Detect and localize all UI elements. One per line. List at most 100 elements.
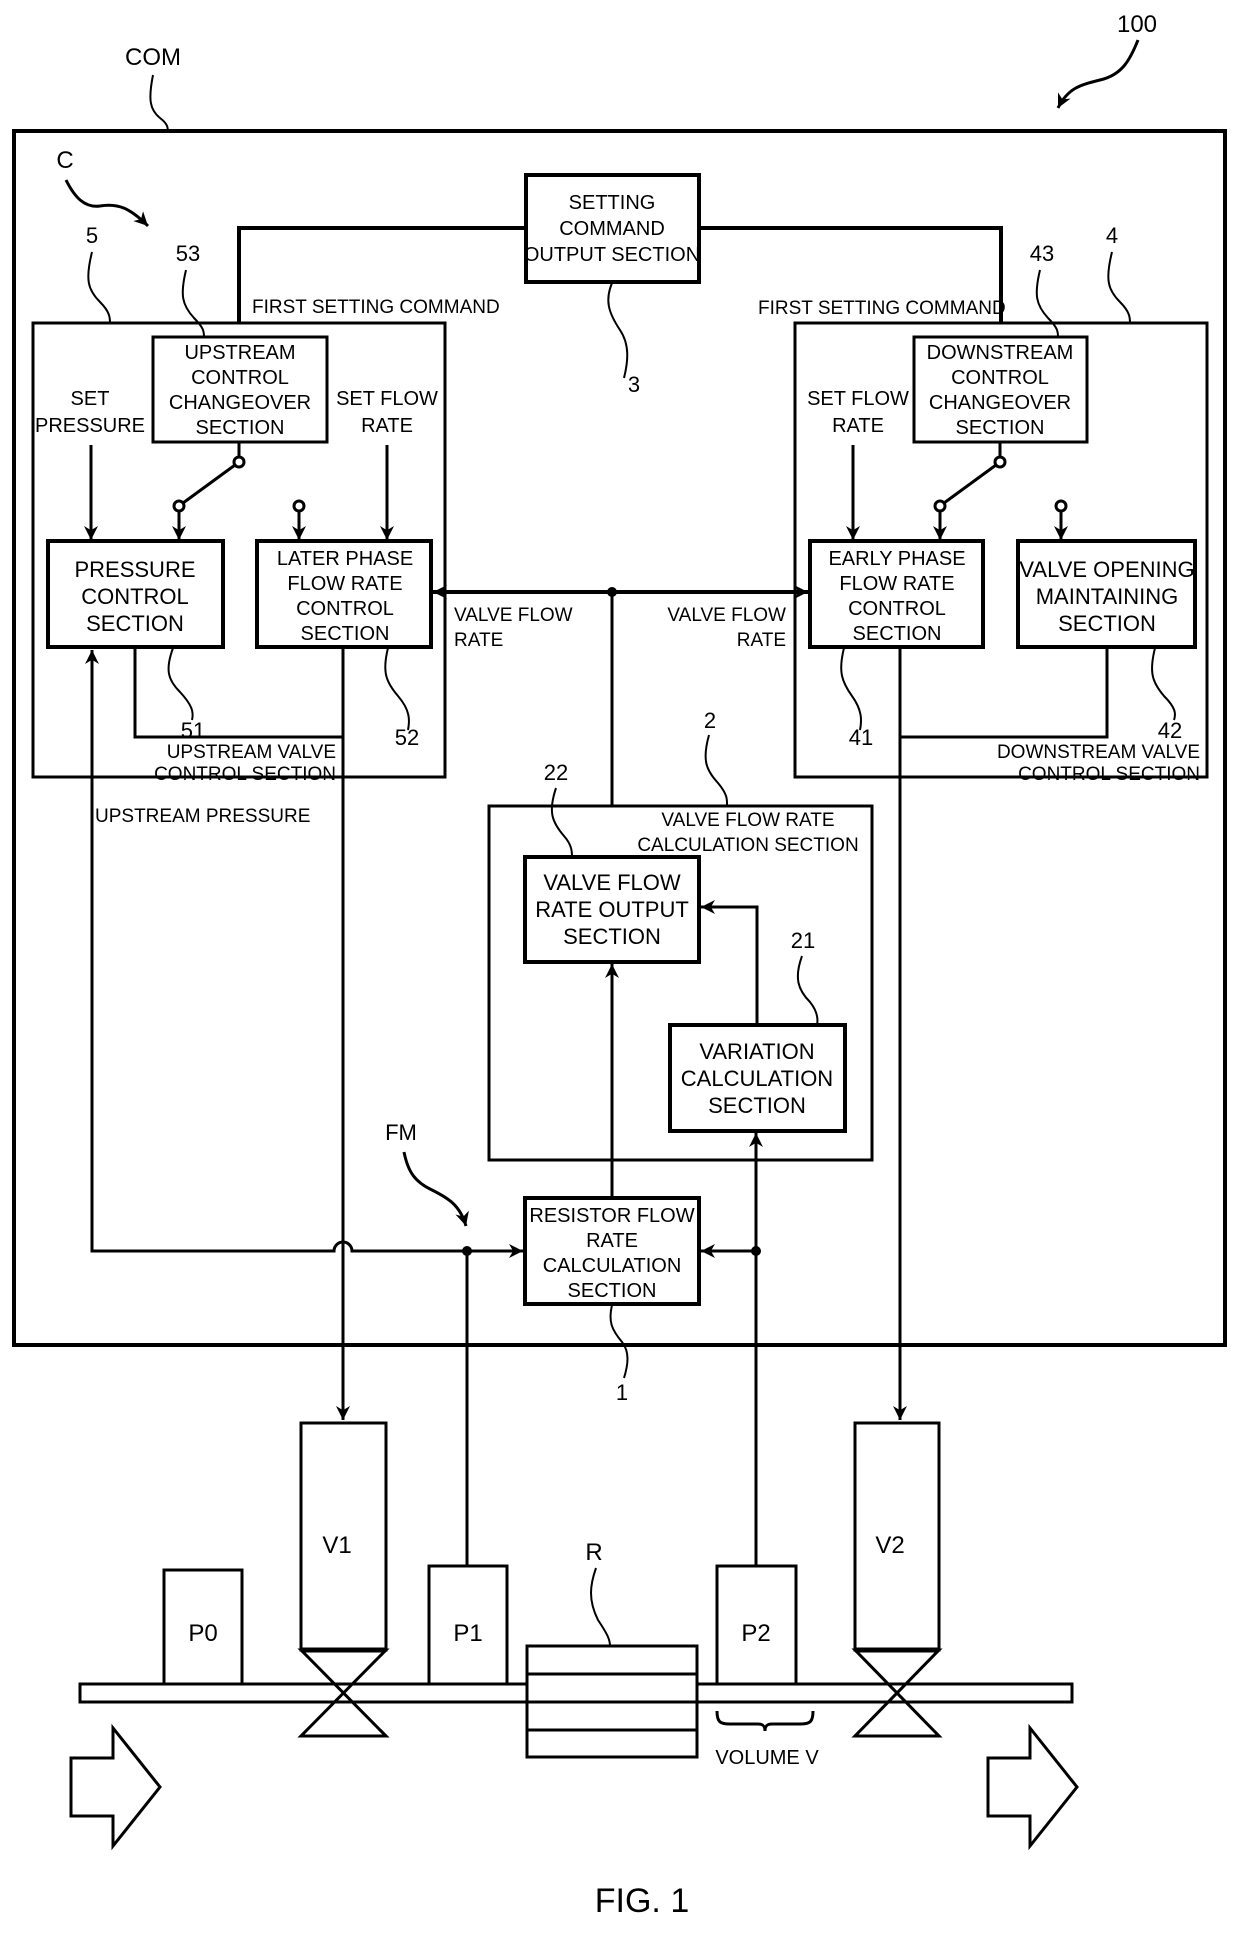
v1-label: V1 (322, 1532, 351, 1559)
variation-calc-line-3: SECTION (708, 1093, 806, 1118)
pressure-sensor-p2: P2 (715, 1564, 798, 1686)
later-phase-line-4: SECTION (301, 623, 390, 645)
later-phase-line-1: LATER PHASE (277, 548, 413, 570)
resistor-flow-line-4: SECTION (568, 1280, 657, 1302)
valve-opening-line-1: VALVE OPENING (1019, 557, 1194, 582)
early-phase-line-1: EARLY PHASE (828, 548, 965, 570)
upstream-changeover-line-2: CONTROL (191, 367, 289, 389)
early-phase-line-2: FLOW RATE (839, 573, 954, 595)
ref-52-label: 52 (395, 725, 419, 750)
ref-2-label: 2 (704, 708, 716, 733)
valve-opening-maintaining-section: VALVE OPENING MAINTAINING SECTION (1016, 539, 1197, 649)
outlet-flow-arrow-icon (986, 1723, 1079, 1851)
early-phase-flow-rate-control-section: EARLY PHASE FLOW RATE CONTROL SECTION (808, 539, 985, 649)
valve-flow-rate-output-section: VALVE FLOW RATE OUTPUT SECTION (523, 855, 701, 964)
ref-3-label: 3 (628, 372, 640, 397)
valve-flow-rate-right-label-1: VALVE FLOW (667, 605, 786, 626)
setting-command-line-3: OUTPUT SECTION (524, 244, 700, 266)
figure-caption: FIG. 1 (595, 1882, 689, 1920)
setting-command-line-1: SETTING (569, 192, 656, 214)
p0-label: P0 (188, 1620, 217, 1647)
upstream-changeover-line-3: CHANGEOVER (169, 392, 311, 414)
variation-calculation-section: VARIATION CALCULATION SECTION (668, 1023, 847, 1133)
set-flow-rate-left-label-1: SET FLOW (336, 388, 438, 410)
valve-flow-output-line-3: SECTION (563, 924, 661, 949)
resistor-leader (590, 1567, 611, 1647)
variation-calc-line-2: CALCULATION (681, 1066, 833, 1091)
downstream-valve-control-line-1: DOWNSTREAM VALVE (997, 742, 1200, 763)
valve-flow-calc-line-2: CALCULATION SECTION (637, 835, 858, 856)
first-setting-command-label-right: FIRST SETTING COMMAND (758, 298, 1006, 319)
pressure-sensor-p0: P0 (162, 1568, 244, 1686)
ref-com-label: COM (125, 44, 181, 71)
early-phase-line-4: SECTION (853, 623, 942, 645)
ref-4-label: 4 (1106, 223, 1118, 248)
ref-42-label: 42 (1158, 718, 1182, 743)
set-flow-rate-left-label-2: RATE (361, 415, 413, 437)
valve-opening-line-2: MAINTAINING (1036, 584, 1179, 609)
ref-41-label: 41 (849, 725, 873, 750)
p2-junction-dot (751, 1246, 761, 1256)
valve-flow-rate-left-label-2: RATE (454, 630, 503, 651)
p1-junction-dot (462, 1246, 472, 1256)
v2-label: V2 (875, 1532, 904, 1559)
ref-21-label: 21 (791, 928, 815, 953)
downstream-control-changeover-section: DOWNSTREAM CONTROL CHANGEOVER SECTION (912, 335, 1089, 444)
early-phase-line-3: CONTROL (848, 598, 946, 620)
ref-system-arrow (1056, 39, 1140, 109)
upstream-valve-control-line-2: CONTROL SECTION (154, 764, 336, 785)
setting-command-line-2: COMMAND (559, 218, 665, 240)
ref-flow-meter-label: FM (385, 1120, 417, 1145)
first-setting-command-label-left: FIRST SETTING COMMAND (252, 297, 500, 318)
resistor-label: R (585, 1539, 602, 1566)
upstream-pressure-label: UPSTREAM PRESSURE (95, 806, 310, 827)
resistor-flow-rate-calculation-section: RESISTOR FLOW RATE CALCULATION SECTION (523, 1196, 701, 1306)
later-phase-line-3: CONTROL (296, 598, 394, 620)
valve-flow-rate-right-label-2: RATE (737, 630, 786, 651)
valve-opening-line-3: SECTION (1058, 611, 1156, 636)
pressure-control-line-1: PRESSURE (74, 557, 195, 582)
downstream-changeover-line-3: CHANGEOVER (929, 392, 1071, 414)
p2-label: P2 (741, 1620, 770, 1647)
volume-brace (715, 1710, 815, 1732)
valve-flow-output-line-1: VALVE FLOW (543, 870, 681, 895)
setting-command-output-section: SETTING COMMAND OUTPUT SECTION (524, 173, 701, 284)
ref-system-label: 100 (1117, 11, 1157, 38)
valve-flow-rate-left-label-1: VALVE FLOW (454, 605, 573, 626)
p1-label: P1 (453, 1620, 482, 1647)
upstream-valve-control-line-1: UPSTREAM VALVE (167, 742, 336, 763)
later-phase-line-2: FLOW RATE (287, 573, 402, 595)
ref-43-label: 43 (1030, 241, 1054, 266)
ref-53-label: 53 (176, 241, 200, 266)
upstream-changeover-line-1: UPSTREAM (184, 342, 295, 364)
variation-calc-line-1: VARIATION (699, 1039, 814, 1064)
pressure-control-line-3: SECTION (86, 611, 184, 636)
upstream-changeover-line-4: SECTION (196, 417, 285, 439)
downstream-changeover-line-1: DOWNSTREAM (927, 342, 1074, 364)
ref-51-label: 51 (181, 718, 205, 743)
valve-flow-output-line-2: RATE OUTPUT (535, 897, 689, 922)
later-phase-flow-rate-control-section: LATER PHASE FLOW RATE CONTROL SECTION (255, 539, 433, 649)
ref-22-label: 22 (544, 760, 568, 785)
resistor-flow-line-2: RATE (586, 1230, 638, 1252)
set-flow-rate-right-label-2: RATE (832, 415, 884, 437)
volume-label: VOLUME V (715, 1747, 819, 1769)
pressure-control-section: PRESSURE CONTROL SECTION (46, 539, 225, 649)
downstream-changeover-line-2: CONTROL (951, 367, 1049, 389)
patent-figure: COM 100 C SETTING COMMAND OUTPUT SECTION… (12, 11, 1227, 1920)
ref-5-label: 5 (86, 223, 98, 248)
set-pressure-label-1: SET (71, 388, 110, 410)
resistor-flow-line-1: RESISTOR FLOW (529, 1205, 694, 1227)
pressure-sensor-p1: P1 (427, 1564, 509, 1686)
downstream-valve-control-line-2: CONTROL SECTION (1018, 764, 1200, 785)
valve-flow-calc-line-1: VALVE FLOW RATE (661, 810, 834, 831)
set-flow-rate-right-label-1: SET FLOW (807, 388, 909, 410)
ref-controller-label: C (56, 147, 73, 174)
fluid-resistor-r (525, 1644, 699, 1759)
ref-com-leader (149, 74, 169, 134)
inlet-flow-arrow-icon (69, 1723, 162, 1851)
upstream-control-changeover-section: UPSTREAM CONTROL CHANGEOVER SECTION (151, 335, 329, 444)
pressure-control-line-2: CONTROL (81, 584, 189, 609)
set-pressure-label-2: PRESSURE (35, 415, 145, 437)
resistor-flow-line-3: CALCULATION (543, 1255, 682, 1277)
